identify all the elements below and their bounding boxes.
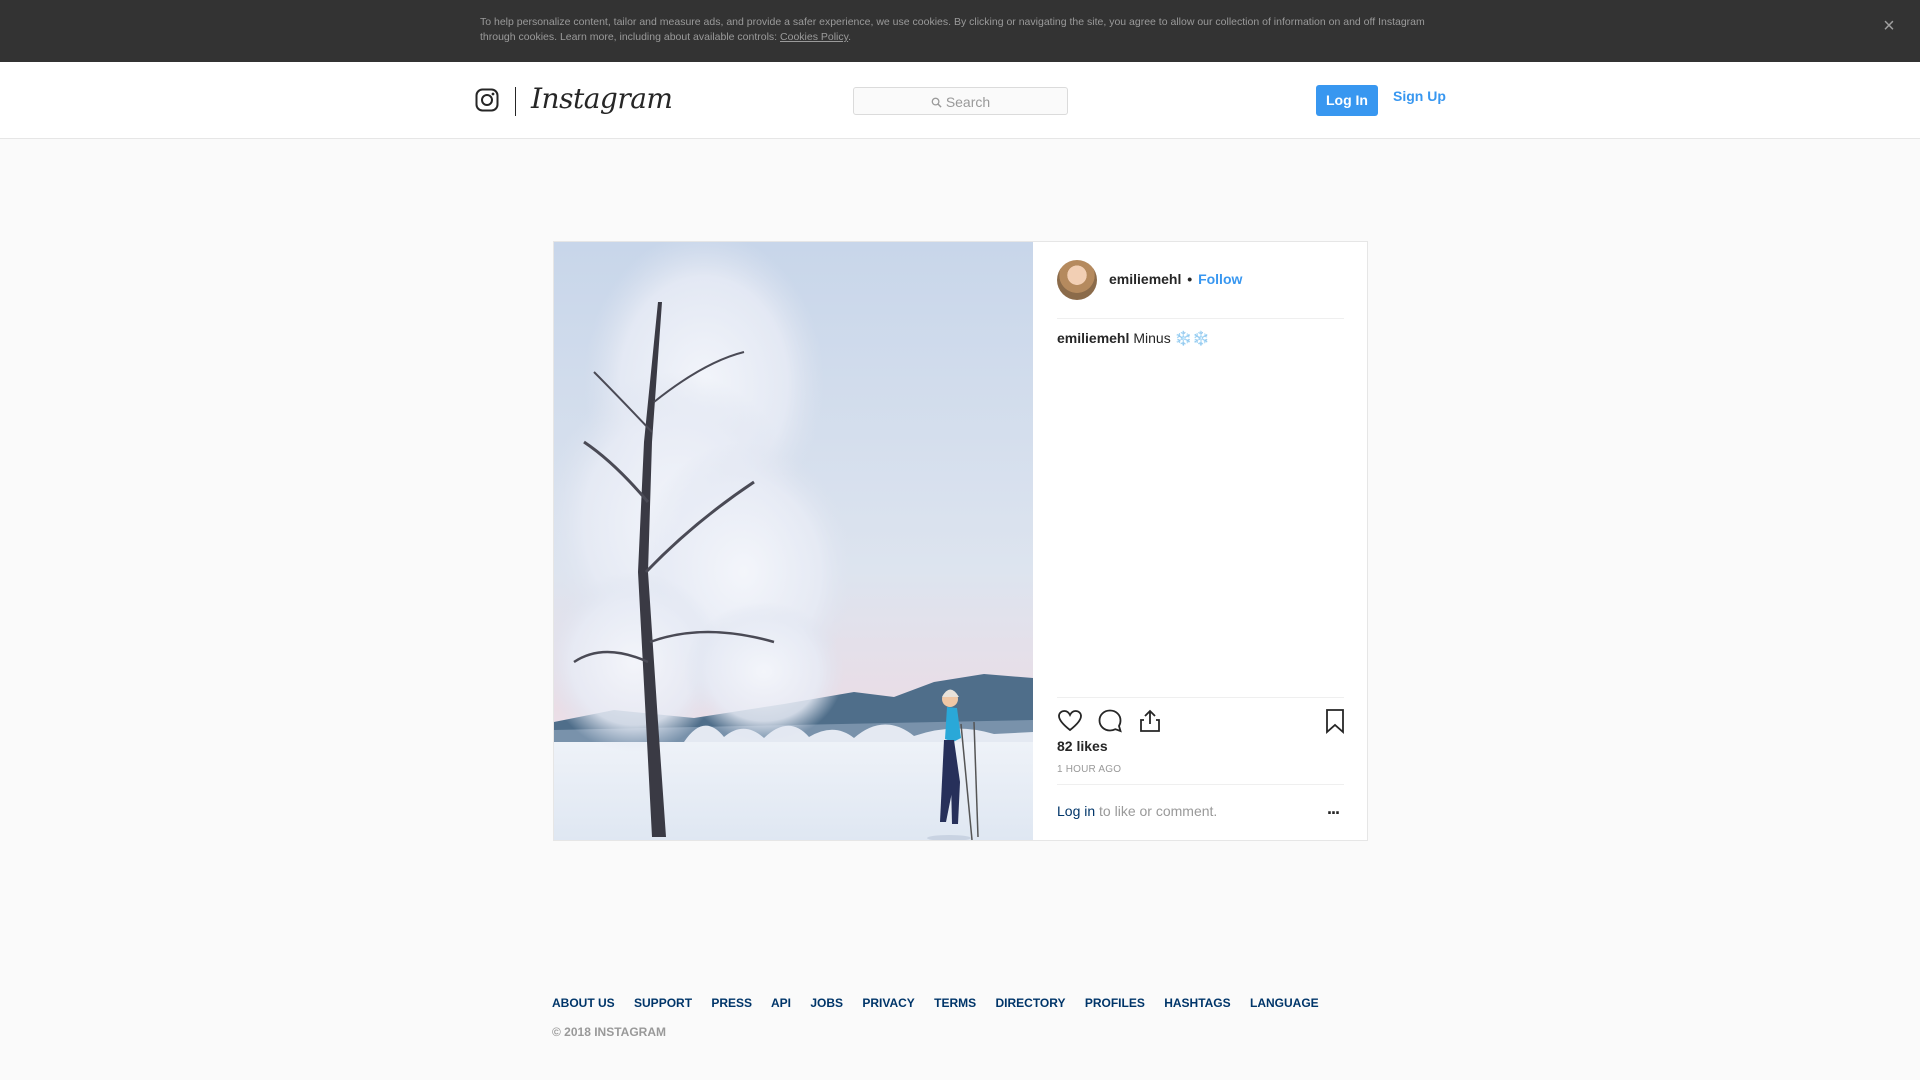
comment-icon[interactable] — [1097, 708, 1123, 734]
post-header: emiliemehl • Follow — [1057, 242, 1344, 319]
top-header: Instagram Search Log In Sign Up — [0, 62, 1920, 139]
instagram-wordmark[interactable]: Instagram — [531, 82, 673, 115]
logo-divider — [515, 87, 516, 116]
footer-link-api[interactable]: API — [771, 996, 791, 1010]
search-placeholder: Search — [945, 94, 991, 110]
share-icon[interactable] — [1137, 708, 1163, 734]
cookie-text: To help personalize content, tailor and … — [480, 15, 1440, 45]
footer-link-language[interactable]: LANGUAGE — [1250, 996, 1319, 1010]
cookies-policy-link[interactable]: Cookies Policy — [780, 31, 848, 43]
likes-count[interactable]: 82 likes — [1057, 738, 1108, 754]
post-actions — [1057, 697, 1344, 737]
post-card: emiliemehl • Follow emiliemehl Minus ❄️❄️ — [553, 241, 1368, 841]
follow-button[interactable]: Follow — [1198, 271, 1242, 287]
footer-link-profiles[interactable]: PROFILES — [1085, 996, 1145, 1010]
instagram-camera-icon[interactable] — [475, 88, 499, 112]
footer-link-support[interactable]: SUPPORT — [634, 996, 692, 1010]
login-link[interactable]: Log in — [1057, 803, 1095, 819]
post-author: emiliemehl • Follow — [1109, 271, 1242, 287]
footer-link-privacy[interactable]: PRIVACY — [862, 996, 914, 1010]
caption-text: Minus ❄️❄️ — [1133, 330, 1210, 346]
login-comment-text: to like or comment. — [1095, 803, 1218, 819]
cookie-banner: To help personalize content, tailor and … — [0, 0, 1920, 62]
comment-row: Log in to like or comment. ... — [1057, 784, 1344, 840]
post-timestamp: 1 HOUR AGO — [1057, 764, 1122, 775]
heart-icon[interactable] — [1057, 708, 1083, 734]
caption-username[interactable]: emiliemehl — [1057, 330, 1129, 346]
login-button[interactable]: Log In — [1316, 85, 1378, 116]
more-options-icon[interactable]: ... — [1322, 798, 1344, 818]
footer-nav: ABOUT US SUPPORT PRESS API JOBS PRIVACY … — [552, 996, 1335, 1010]
footer-link-terms[interactable]: TERMS — [934, 996, 976, 1010]
cookie-message: To help personalize content, tailor and … — [480, 16, 1425, 43]
close-icon[interactable]: × — [1878, 15, 1900, 37]
footer-link-press[interactable]: PRESS — [711, 996, 752, 1010]
footer-link-directory[interactable]: DIRECTORY — [995, 996, 1065, 1010]
login-to-comment: Log in to like or comment. — [1057, 803, 1217, 819]
post-caption: emiliemehl Minus ❄️❄️ — [1057, 330, 1209, 347]
separator: • — [1187, 271, 1193, 287]
footer-link-about[interactable]: ABOUT US — [552, 996, 615, 1010]
bookmark-icon[interactable] — [1322, 708, 1348, 734]
footer-link-hashtags[interactable]: HASHTAGS — [1164, 996, 1230, 1010]
search-input[interactable]: Search — [853, 87, 1068, 115]
winter-tree-photo — [554, 242, 1033, 840]
author-username[interactable]: emiliemehl — [1109, 271, 1181, 287]
copyright: © 2018 INSTAGRAM — [552, 1025, 666, 1039]
search-icon — [931, 97, 942, 108]
post-sidebar: emiliemehl • Follow emiliemehl Minus ❄️❄️ — [1033, 242, 1367, 840]
signup-link[interactable]: Sign Up — [1393, 88, 1446, 104]
avatar[interactable] — [1057, 260, 1097, 300]
footer-link-jobs[interactable]: JOBS — [810, 996, 843, 1010]
post-photo[interactable] — [554, 242, 1033, 840]
cookie-suffix: . — [848, 31, 852, 43]
